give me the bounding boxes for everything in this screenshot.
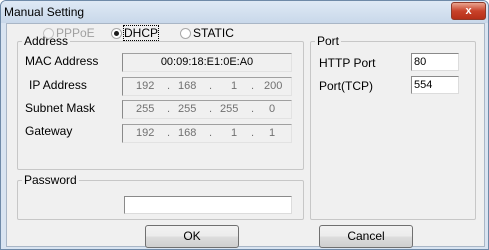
gateway-octet-3: 1 bbox=[231, 127, 238, 139]
gateway-label: Gateway bbox=[25, 124, 73, 138]
ip-address-field: 192 . 168 . 1 . 200 bbox=[122, 77, 292, 96]
gateway-octet-4: 1 bbox=[269, 127, 276, 139]
close-icon: x bbox=[465, 5, 472, 17]
gateway-octet-2: 168 bbox=[178, 127, 197, 139]
pppoe-label: PPPoE bbox=[56, 26, 95, 40]
ip-octet-2: 168 bbox=[178, 80, 197, 92]
static-label: STATIC bbox=[193, 26, 234, 40]
ip-dot-1: . bbox=[167, 80, 171, 92]
ok-button[interactable]: OK bbox=[145, 225, 239, 248]
ip-address-label: IP Address bbox=[29, 78, 87, 92]
mac-address-field: 00:09:18:E1:0E:A0 bbox=[122, 53, 292, 72]
static-radio[interactable] bbox=[180, 28, 191, 39]
subnet-dot-2: . bbox=[209, 103, 213, 115]
port-legend: Port bbox=[317, 34, 340, 48]
window-title: Manual Setting bbox=[4, 5, 85, 19]
gateway-octet-1: 192 bbox=[136, 127, 155, 139]
password-input[interactable] bbox=[124, 196, 292, 214]
http-port-input[interactable]: 80 bbox=[411, 53, 459, 71]
tcp-port-label: Port(TCP) bbox=[319, 79, 373, 93]
ip-octet-3: 1 bbox=[231, 80, 238, 92]
gateway-dot-2: . bbox=[209, 127, 213, 139]
subnet-mask-field: 255 . 255 . 255 . 0 bbox=[122, 100, 292, 119]
pppoe-radio[interactable] bbox=[43, 28, 54, 39]
subnet-octet-2: 255 bbox=[178, 103, 197, 115]
close-button[interactable]: x bbox=[451, 2, 486, 20]
subnet-octet-3: 255 bbox=[220, 103, 239, 115]
dhcp-label[interactable]: DHCP bbox=[122, 25, 160, 41]
subnet-mask-label: Subnet Mask bbox=[25, 101, 96, 115]
http-port-label: HTTP Port bbox=[319, 56, 376, 70]
password-legend: Password bbox=[24, 173, 77, 187]
gateway-dot-3: . bbox=[251, 127, 255, 139]
subnet-octet-4: 0 bbox=[269, 103, 276, 115]
ip-octet-4: 200 bbox=[264, 80, 283, 92]
subnet-dot-1: . bbox=[167, 103, 171, 115]
gateway-dot-1: . bbox=[167, 127, 171, 139]
dhcp-radio[interactable] bbox=[111, 28, 122, 39]
ip-dot-3: . bbox=[251, 80, 255, 92]
manual-setting-window: Manual Setting x Address PPPoE DHCP STAT… bbox=[0, 0, 489, 250]
dialog-body: Address PPPoE DHCP STATIC MAC Address 00… bbox=[6, 23, 485, 248]
mac-address-label: MAC Address bbox=[25, 54, 99, 68]
ip-octet-1: 192 bbox=[136, 80, 155, 92]
cancel-button[interactable]: Cancel bbox=[319, 225, 413, 248]
ip-dot-2: . bbox=[209, 80, 213, 92]
gateway-field: 192 . 168 . 1 . 1 bbox=[122, 124, 292, 143]
title-bar[interactable]: Manual Setting x bbox=[1, 1, 488, 23]
tcp-port-input[interactable]: 554 bbox=[411, 76, 459, 94]
subnet-dot-3: . bbox=[251, 103, 255, 115]
subnet-octet-1: 255 bbox=[136, 103, 155, 115]
